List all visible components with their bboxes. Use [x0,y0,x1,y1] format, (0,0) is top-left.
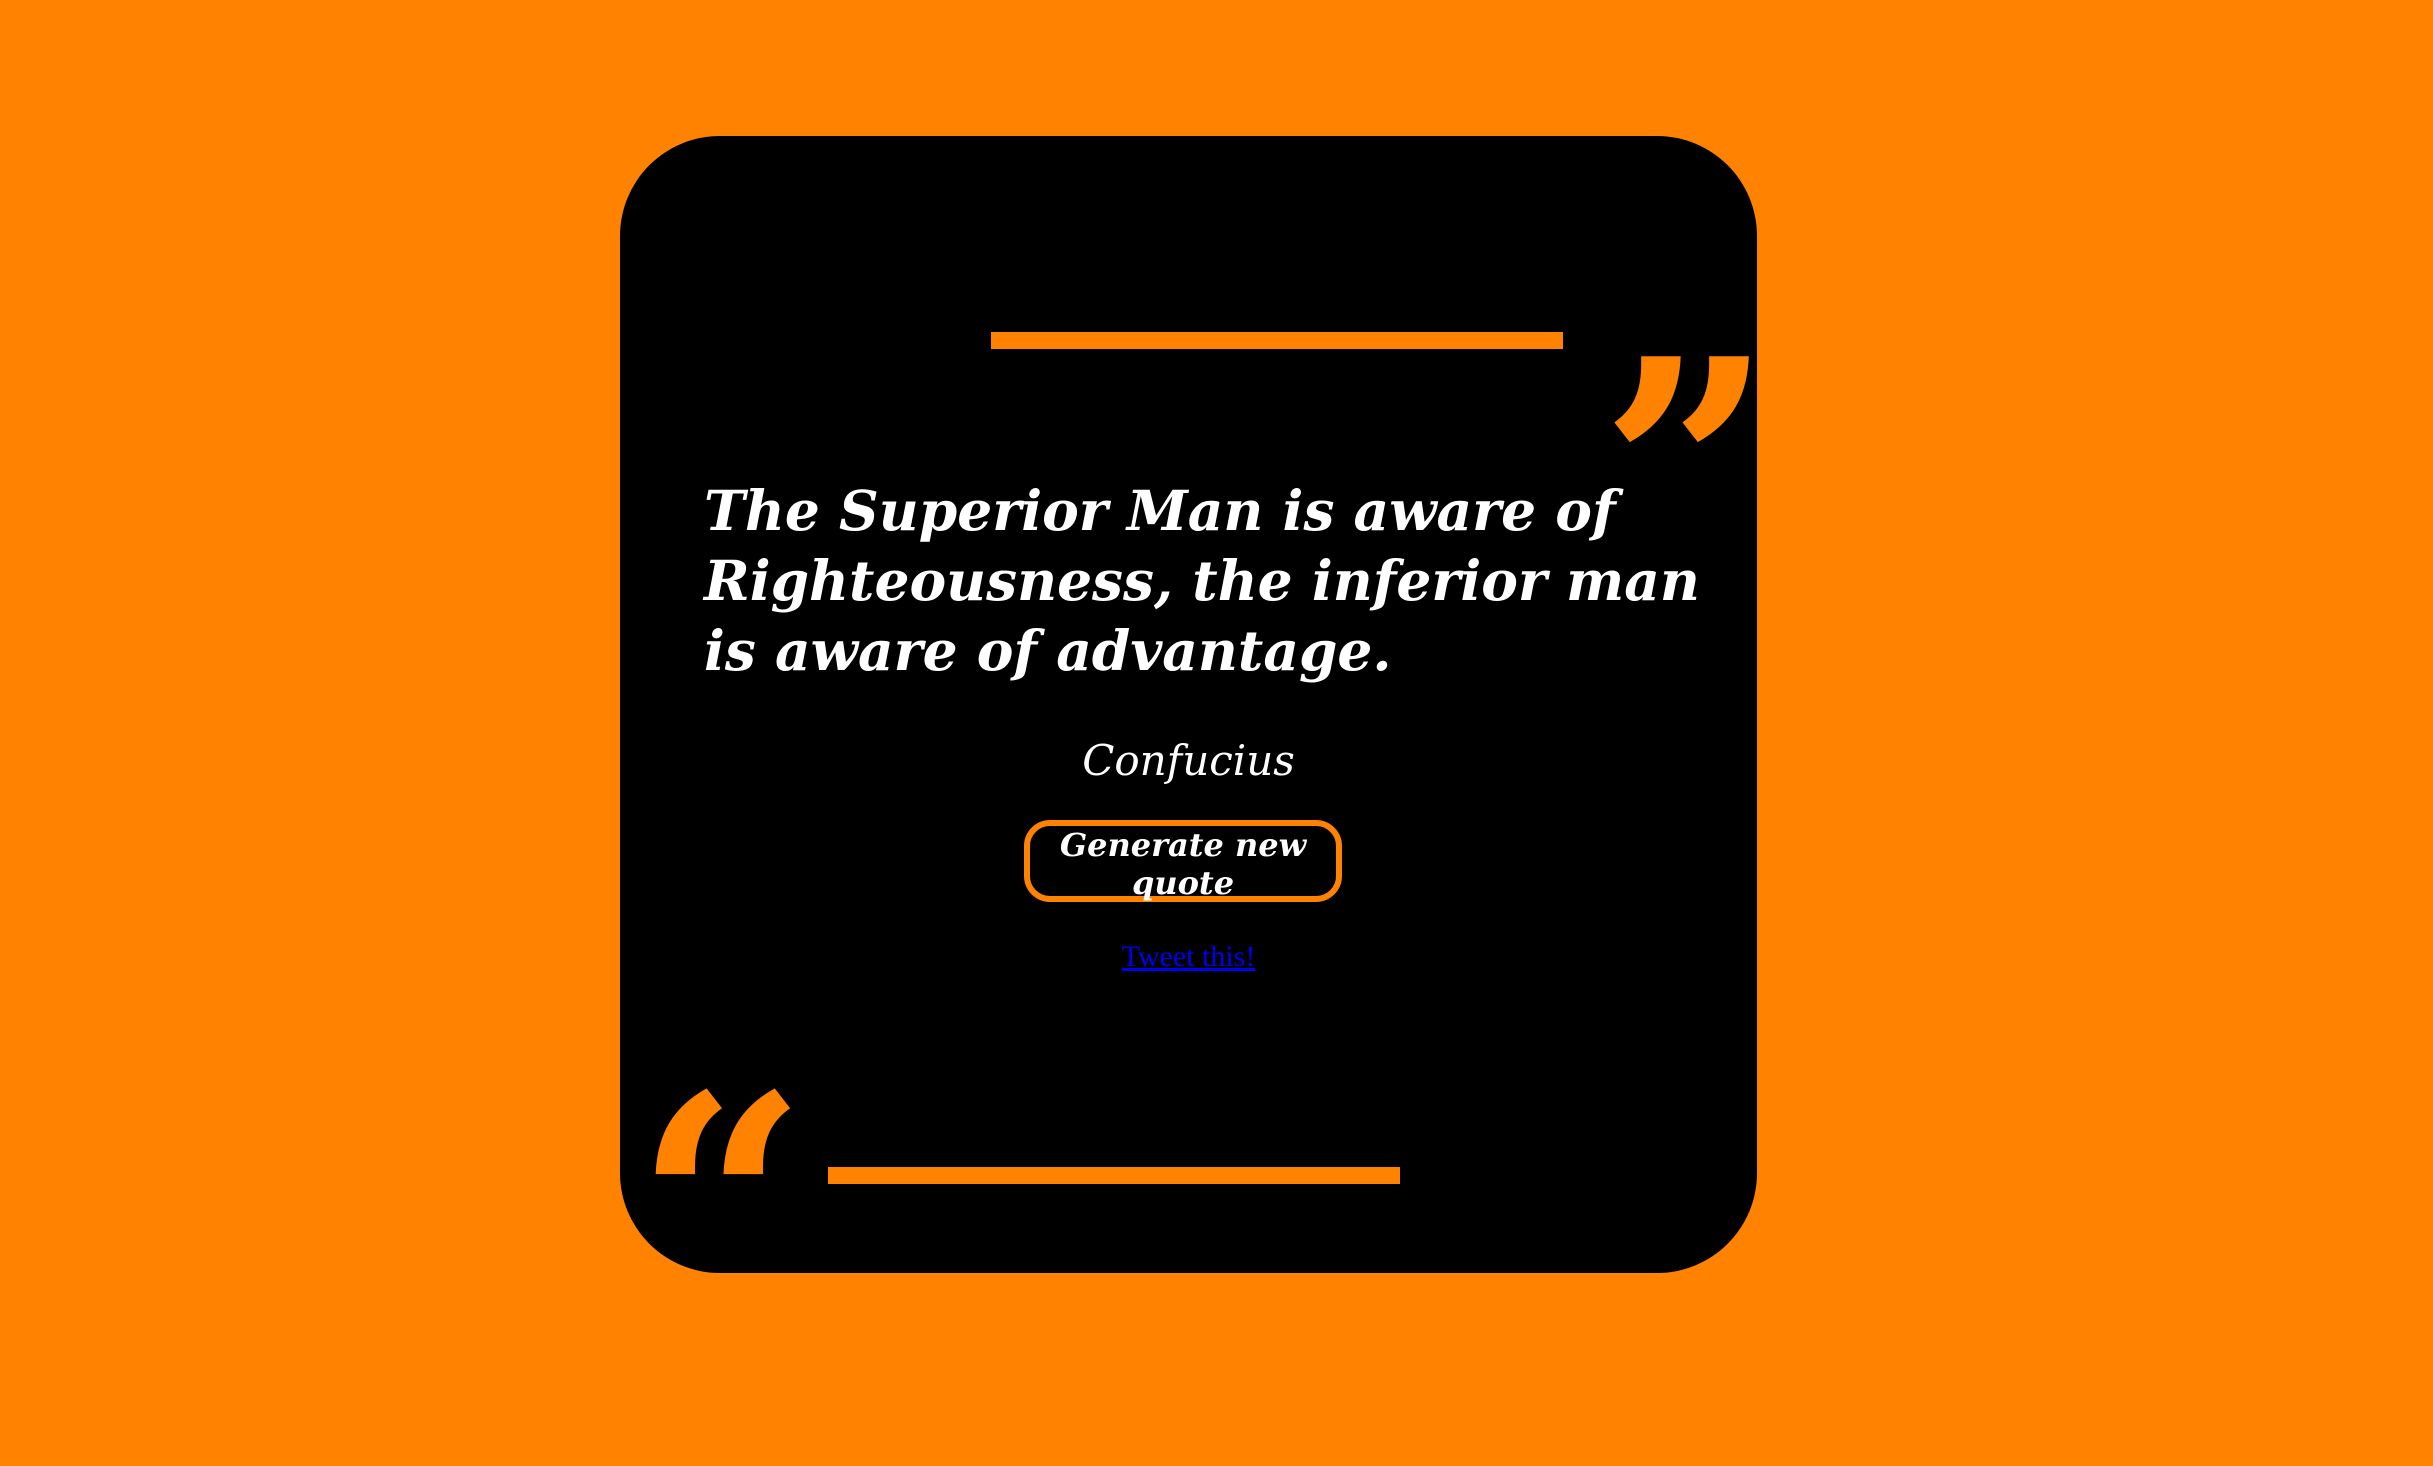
generate-quote-button[interactable]: Generate new quote [1024,820,1342,902]
quote-author: Confucius [1082,736,1295,785]
bottom-accent-bar [828,1167,1400,1184]
quote-text: The Superior Man is aware of Righteousne… [704,478,1700,683]
quote-card: ” The Superior Man is aware of Righteous… [620,136,1773,1356]
tweet-link[interactable]: Tweet this! [1122,940,1256,973]
tweet-link-container: Tweet this! [620,940,1757,974]
open-quote-icon: “ [635,1029,808,1382]
top-accent-bar [991,332,1563,349]
